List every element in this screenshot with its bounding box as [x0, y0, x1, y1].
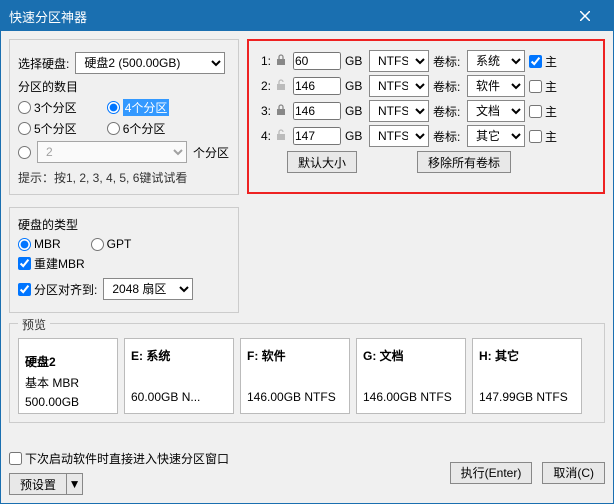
size-input[interactable]: [293, 77, 341, 95]
disk-select-group: 选择硬盘: 硬盘2 (500.00GB) 分区的数目 3个分区 4个分区 5个分…: [9, 39, 239, 195]
size-unit: GB: [345, 54, 365, 68]
preview-partition-card: H: 其它 147.99GB NTFS: [472, 338, 582, 414]
preview-part-title: H: 其它: [479, 347, 575, 364]
preview-part-size: 60.00GB N...: [131, 390, 227, 404]
hint-text: 提示：按1, 2, 3, 4, 5, 6键试试看: [18, 169, 230, 186]
fs-select[interactable]: NTFS: [369, 50, 429, 72]
close-icon: [580, 11, 590, 21]
align-check[interactable]: 分区对齐到:: [18, 281, 97, 298]
custom-suffix: 个分区: [193, 144, 229, 161]
preview-disk-sub: 基本 MBR: [25, 374, 111, 391]
size-unit: GB: [345, 104, 365, 118]
size-input[interactable]: [293, 52, 341, 70]
primary-check[interactable]: 主: [529, 53, 557, 70]
disk-type-legend: 硬盘的类型: [18, 216, 230, 233]
lock-icon[interactable]: [275, 54, 289, 68]
preview-part-size: 146.00GB NTFS: [363, 390, 459, 404]
volume-label-label: 卷标:: [433, 128, 463, 145]
preview-disk-card: 硬盘2 基本 MBR 500.00GB: [18, 338, 118, 414]
partition-index: 3:: [257, 104, 271, 118]
preview-legend: 预览: [18, 316, 50, 333]
primary-check[interactable]: 主: [529, 103, 557, 120]
preview-group: 预览 硬盘2 基本 MBR 500.00GB E: 系统60.00GB N...…: [9, 323, 605, 423]
align-select[interactable]: 2048 扇区: [103, 278, 193, 300]
close-button[interactable]: [565, 1, 605, 31]
radio-6[interactable]: 6个分区: [107, 120, 166, 137]
select-disk-label: 选择硬盘:: [18, 55, 69, 72]
volume-label-select[interactable]: 系统: [467, 50, 525, 72]
preview-part-size: 146.00GB NTFS: [247, 390, 343, 404]
partition-row: 4: GB NTFS卷标:其它主: [257, 125, 595, 147]
default-size-button[interactable]: 默认大小: [287, 151, 357, 173]
size-input[interactable]: [293, 127, 341, 145]
radio-4[interactable]: 4个分区: [107, 99, 170, 116]
volume-label-label: 卷标:: [433, 53, 463, 70]
disk-select[interactable]: 硬盘2 (500.00GB): [75, 52, 225, 74]
volume-label-select[interactable]: 软件: [467, 75, 525, 97]
preview-partition-card: G: 文档 146.00GB NTFS: [356, 338, 466, 414]
preview-part-title: E: 系统: [131, 347, 227, 364]
preset-button[interactable]: 预设置: [9, 473, 67, 495]
partition-index: 2:: [257, 79, 271, 93]
fs-select[interactable]: NTFS: [369, 125, 429, 147]
volume-label-select[interactable]: 文档: [467, 100, 525, 122]
radio-5[interactable]: 5个分区: [18, 120, 77, 137]
partition-editor: 1:GBNTFS卷标:系统主2:GBNTFS卷标:软件主3:GBNTFS卷标:文…: [247, 39, 605, 194]
volume-label-label: 卷标:: [433, 78, 463, 95]
fs-select[interactable]: NTFS: [369, 75, 429, 97]
preview-partition-card: F: 软件 146.00GB NTFS: [240, 338, 350, 414]
custom-count-select[interactable]: 2: [37, 141, 187, 163]
volume-label-label: 卷标:: [433, 103, 463, 120]
window-title: 快速分区神器: [9, 7, 87, 26]
volume-label-select[interactable]: 其它: [467, 125, 525, 147]
disk-type-group: 硬盘的类型 MBR GPT 重建MBR 分区对齐到: 2048 扇区: [9, 207, 239, 313]
partition-row: 2: GB NTFS卷标:软件主: [257, 75, 595, 97]
size-unit: GB: [345, 79, 365, 93]
preview-disk-size: 500.00GB: [25, 395, 111, 409]
rebuild-mbr-check[interactable]: 重建MBR: [18, 255, 230, 272]
next-time-check[interactable]: 下次启动软件时直接进入快速分区窗口: [9, 450, 229, 467]
partition-count-label: 分区的数目: [18, 78, 230, 95]
titlebar: 快速分区神器: [1, 1, 613, 31]
preview-part-title: G: 文档: [363, 347, 459, 364]
primary-check[interactable]: 主: [529, 78, 557, 95]
preview-partition-card: E: 系统 60.00GB N...: [124, 338, 234, 414]
cancel-button[interactable]: 取消(C): [542, 462, 605, 484]
partition-index: 4:: [257, 129, 271, 143]
clear-labels-button[interactable]: 移除所有卷标: [417, 151, 511, 173]
radio-custom[interactable]: [18, 146, 31, 159]
size-unit: GB: [345, 129, 365, 143]
preview-disk-name: 硬盘2: [25, 353, 111, 370]
primary-check[interactable]: 主: [529, 128, 557, 145]
size-input[interactable]: [293, 102, 341, 120]
execute-button[interactable]: 执行(Enter): [450, 462, 533, 484]
fs-select[interactable]: NTFS: [369, 100, 429, 122]
radio-3[interactable]: 3个分区: [18, 99, 77, 116]
partition-row: 1: GB NTFS卷标:系统主: [257, 50, 595, 72]
unlock-icon[interactable]: [275, 129, 289, 143]
preview-part-title: F: 软件: [247, 347, 343, 364]
radio-mbr[interactable]: MBR: [18, 237, 61, 251]
partition-index: 1:: [257, 54, 271, 68]
unlock-icon[interactable]: [275, 79, 289, 93]
preset-dropdown-arrow[interactable]: ▼: [67, 473, 83, 495]
partition-row: 3: GB NTFS卷标:文档主: [257, 100, 595, 122]
lock-icon[interactable]: [275, 104, 289, 118]
radio-gpt[interactable]: GPT: [91, 237, 132, 251]
preview-part-size: 147.99GB NTFS: [479, 390, 575, 404]
